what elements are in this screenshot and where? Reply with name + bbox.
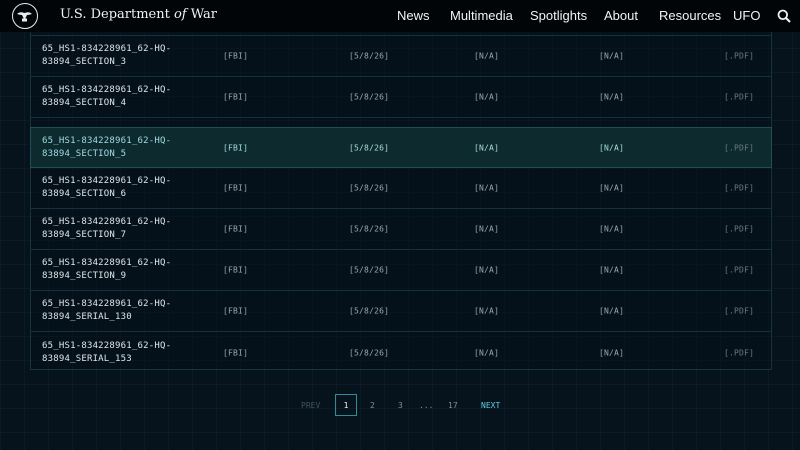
record-id-line1: 65_HS1-834228961_62-HQ- <box>42 340 172 351</box>
record-id-line2: 83894_SECTION_4 <box>42 98 127 108</box>
eagle-emblem-icon <box>17 12 32 22</box>
record-agency: [FBI] <box>223 143 249 152</box>
record-date: [5/8/26] <box>349 51 390 61</box>
record-id-line1: 65_HS1-834228961_62-HQ- <box>42 258 172 268</box>
record-id: 65_HS1-834228961_62-HQ- 83894_SERIAL_130 <box>42 298 212 324</box>
record-date: [5/8/26] <box>349 348 390 357</box>
record-id-line1: 65_HS1-834228961_62-HQ- <box>42 85 172 95</box>
record-id-line2: 83894_SECTION_9 <box>42 271 127 281</box>
record-id-line1: 65_HS1-834228961_62-HQ- <box>42 44 172 54</box>
record-field-4: [N/A] <box>599 348 625 357</box>
record-id-line2: 83894_SECTION_5 <box>42 148 127 159</box>
record-date: [5/8/26] <box>349 224 390 234</box>
record-field-3: [N/A] <box>474 92 500 102</box>
record-id-line2: 83894_SERIAL_153 <box>42 353 132 364</box>
search-icon[interactable] <box>777 9 791 23</box>
table-row-highlighted[interactable]: 65_HS1-834228961_62-HQ- 83894_SECTION_5 [… <box>30 127 772 168</box>
record-date: [5/8/26] <box>349 306 390 316</box>
site-title-of: of <box>173 7 187 22</box>
record-field-4: [N/A] <box>599 92 625 102</box>
nav-spotlights[interactable]: Spotlights <box>530 8 587 23</box>
record-agency: [FBI] <box>223 265 249 275</box>
site-title[interactable]: U.S. Department of War <box>60 7 217 22</box>
record-field-3: [N/A] <box>474 348 500 357</box>
record-id: 65_HS1-834228961_62-HQ- 83894_SERIAL_153 <box>42 340 212 366</box>
record-field-3: [N/A] <box>474 306 500 316</box>
record-id-line1: 65_HS1-834228961_62-HQ- <box>42 135 172 146</box>
nav-news[interactable]: News <box>397 8 430 23</box>
pdf-link[interactable]: [.PDF] <box>724 225 754 234</box>
record-id: 65_HS1-834228961_62-HQ- 83894_SECTION_9 <box>42 257 212 283</box>
record-agency: [FBI] <box>223 306 249 316</box>
record-id-line2: 83894_SECTION_7 <box>42 230 127 240</box>
page-button-2[interactable]: 2 <box>370 401 375 410</box>
pdf-link[interactable]: [.PDF] <box>724 184 754 193</box>
prev-page-button[interactable]: PREV <box>301 401 320 410</box>
record-field-4: [N/A] <box>599 306 625 316</box>
record-id-line1: 65_HS1-834228961_62-HQ- <box>42 176 172 186</box>
department-seal-logo[interactable] <box>12 3 38 29</box>
record-id-line2: 83894_SERIAL_130 <box>42 312 132 322</box>
next-page-button[interactable]: NEXT <box>481 401 500 410</box>
record-field-4: [N/A] <box>599 224 625 234</box>
record-field-3: [N/A] <box>474 183 500 193</box>
pdf-link[interactable]: [.PDF] <box>724 93 754 102</box>
record-id: 65_HS1-834228961_62-HQ- 83894_SECTION_3 <box>42 43 212 69</box>
record-field-3: [N/A] <box>474 224 500 234</box>
pdf-link[interactable]: [.PDF] <box>724 266 754 275</box>
record-date: [5/8/26] <box>349 92 390 102</box>
record-agency: [FBI] <box>223 348 249 357</box>
pdf-link[interactable]: [.PDF] <box>724 348 754 357</box>
record-field-3: [N/A] <box>474 265 500 275</box>
pdf-link[interactable]: [.PDF] <box>724 52 754 61</box>
table-row[interactable]: 65_HS1-834228961_62-HQ- 83894_SECTION_6 [… <box>31 168 771 209</box>
table-row[interactable]: 65_HS1-834228961_62-HQ- 83894_SECTION_4 [… <box>31 77 771 118</box>
records-table: 83894_SECTION_2 65_HS1-834228961_62-HQ-8… <box>30 23 772 373</box>
record-id: 65_HS1-834228961_62-HQ- 83894_SECTION_7 <box>42 216 212 242</box>
page-button-3[interactable]: 3 <box>398 401 403 410</box>
pagination-ellipsis: ... <box>419 401 434 410</box>
page-button-current[interactable]: 1 <box>335 394 357 416</box>
nav-ufo[interactable]: UFO <box>733 8 760 23</box>
table-row[interactable]: 65_HS1-834228961_62-HQ- 83894_SECTION_9 [… <box>31 250 771 291</box>
record-id: 65_HS1-834228961_62-HQ- 83894_SECTION_4 <box>42 84 212 110</box>
nav-about[interactable]: About <box>604 8 638 23</box>
page-button-17[interactable]: 17 <box>448 401 458 410</box>
table-row[interactable]: 65_HS1-834228961_62-HQ- 83894_SECTION_7 [… <box>31 209 771 250</box>
record-date: [5/8/26] <box>349 143 390 152</box>
table-row[interactable]: 65_HS1-834228961_62-HQ- 83894_SECTION_3 [… <box>31 36 771 77</box>
site-title-prefix: U.S. Department <box>60 7 174 22</box>
record-id-line1: 65_HS1-834228961_62-HQ- <box>42 299 172 309</box>
record-agency: [FBI] <box>223 224 249 234</box>
record-id-line1: 65_HS1-834228961_62-HQ- <box>42 217 172 227</box>
record-agency: [FBI] <box>223 183 249 193</box>
record-field-4: [N/A] <box>599 143 625 152</box>
record-id: 65_HS1-834228961_62-HQ- 83894_SECTION_6 <box>42 175 212 201</box>
table-row[interactable]: 65_HS1-834228961_62-HQ- 83894_SERIAL_130 … <box>31 291 771 332</box>
nav-multimedia[interactable]: Multimedia <box>450 8 513 23</box>
record-id-line2: 83894_SECTION_6 <box>42 189 127 199</box>
site-header: U.S. Department of War News Multimedia S… <box>0 0 800 32</box>
record-id-line2: 83894_SECTION_3 <box>42 57 127 67</box>
nav-resources[interactable]: Resources <box>659 8 721 23</box>
record-agency: [FBI] <box>223 92 249 102</box>
record-date: [5/8/26] <box>349 265 390 275</box>
record-field-4: [N/A] <box>599 183 625 193</box>
record-date: [5/8/26] <box>349 183 390 193</box>
site-title-suffix: War <box>186 7 217 22</box>
record-id: 65_HS1-834228961_62-HQ- 83894_SECTION_5 <box>42 135 212 161</box>
record-field-3: [N/A] <box>474 51 500 61</box>
record-field-4: [N/A] <box>599 51 625 61</box>
record-agency: [FBI] <box>223 51 249 61</box>
pdf-link[interactable]: [.PDF] <box>724 143 754 152</box>
pdf-link[interactable]: [.PDF] <box>724 307 754 316</box>
record-field-4: [N/A] <box>599 265 625 275</box>
table-row[interactable]: 65_HS1-834228961_62-HQ- 83894_SERIAL_153 … <box>31 332 771 373</box>
record-field-3: [N/A] <box>474 143 500 152</box>
